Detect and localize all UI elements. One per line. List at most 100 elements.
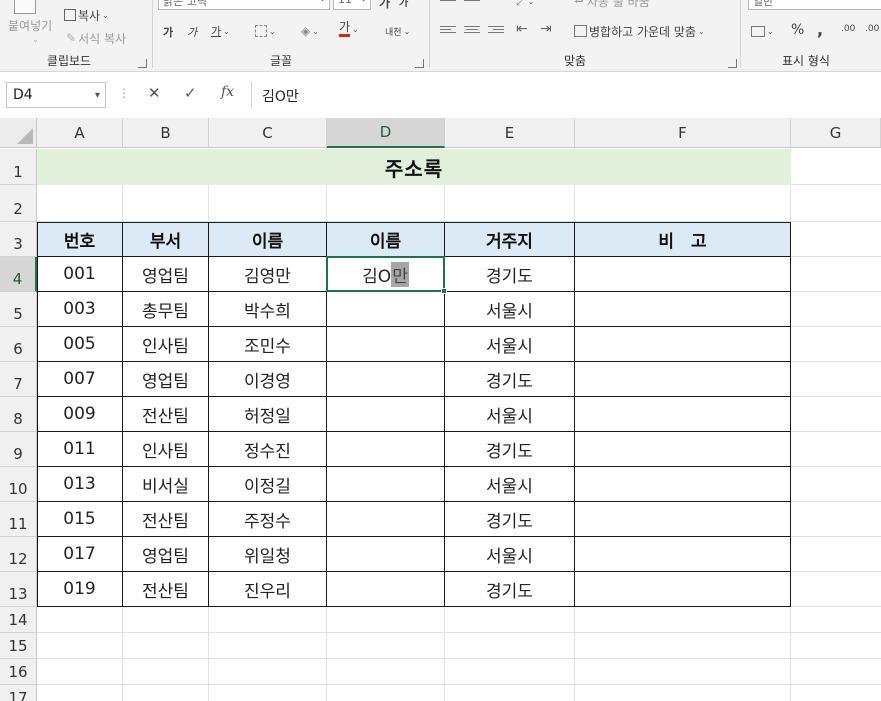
table-cell-note[interactable] xyxy=(575,432,791,467)
table-cell-no[interactable]: 001 xyxy=(37,257,123,292)
table-cell-residence[interactable]: 경기도 xyxy=(445,502,575,537)
font-size-select[interactable]: 11 ⌄ xyxy=(333,0,371,10)
title-cell[interactable]: 주소록 xyxy=(37,149,791,185)
row-header-7[interactable]: 7 xyxy=(0,362,37,397)
table-header-cell[interactable]: 부서 xyxy=(123,222,209,257)
table-cell-note[interactable] xyxy=(575,362,791,397)
cell-edit-text[interactable]: 김O 만 xyxy=(328,258,443,290)
name-box[interactable]: D4 ▾ xyxy=(6,82,106,108)
table-cell-name[interactable]: 김영만 xyxy=(209,257,327,292)
column-header-d[interactable]: D xyxy=(327,118,445,148)
percent-style-button[interactable]: % xyxy=(791,22,804,38)
table-cell-note[interactable] xyxy=(575,572,791,607)
table-cell-note[interactable] xyxy=(575,327,791,362)
select-all-corner[interactable] xyxy=(0,118,37,148)
wrap-text-button[interactable]: ⮐ 자동 줄 바꿈 xyxy=(574,0,650,10)
table-cell-dept[interactable]: 비서실 xyxy=(123,467,209,502)
table-cell-dept[interactable]: 영업팀 xyxy=(123,362,209,397)
increase-decimal-button[interactable]: .00 xyxy=(841,24,855,34)
row-header-17[interactable]: 17 xyxy=(0,685,37,701)
align-center-icon[interactable] xyxy=(464,26,480,36)
column-header-c[interactable]: C xyxy=(209,118,327,148)
name-box-dropdown-icon[interactable]: ▾ xyxy=(95,90,100,101)
row-header-4[interactable]: 4 xyxy=(0,257,37,292)
table-cell-masked[interactable] xyxy=(327,327,445,362)
table-cell-name[interactable]: 진우리 xyxy=(209,572,327,607)
table-cell-dept[interactable]: 전산팀 xyxy=(123,397,209,432)
row-header-5[interactable]: 5 xyxy=(0,292,37,327)
merge-center-button[interactable]: 병합하고 가운데 맞춤 ⌄ xyxy=(574,22,705,40)
fill-handle[interactable] xyxy=(441,288,447,294)
row-header-13[interactable]: 13 xyxy=(0,572,37,607)
paste-button[interactable]: 붙여넣기 xyxy=(8,17,52,34)
table-cell-masked[interactable] xyxy=(327,432,445,467)
table-cell-residence[interactable]: 서울시 xyxy=(445,292,575,327)
table-cell-residence[interactable]: 서울시 xyxy=(445,397,575,432)
table-cell-note[interactable] xyxy=(575,292,791,327)
phonetic-dropdown-icon[interactable]: ⌄ xyxy=(404,27,411,36)
table-cell-no[interactable]: 003 xyxy=(37,292,123,327)
column-header-a[interactable]: A xyxy=(37,118,123,148)
align-left-icon[interactable] xyxy=(440,26,456,36)
table-cell-masked[interactable] xyxy=(327,572,445,607)
row-header-16[interactable]: 16 xyxy=(0,659,37,685)
table-cell-dept[interactable]: 영업팀 xyxy=(123,537,209,572)
table-cell-note[interactable] xyxy=(575,257,791,292)
clipboard-dialog-launcher-icon[interactable] xyxy=(138,59,147,68)
table-cell-name[interactable]: 조민수 xyxy=(209,327,327,362)
table-header-cell[interactable]: 비 고 xyxy=(575,222,791,257)
table-cell-masked[interactable] xyxy=(327,362,445,397)
active-cell-d4[interactable]: 김O 만 xyxy=(326,256,447,294)
underline-button[interactable]: 가 ⌄ xyxy=(211,22,230,40)
table-cell-no[interactable]: 019 xyxy=(37,572,123,607)
row-header-12[interactable]: 12 xyxy=(0,537,37,572)
row-header-6[interactable]: 6 xyxy=(0,327,37,362)
row-header-14[interactable]: 14 xyxy=(0,607,37,633)
paste-dropdown-icon[interactable]: ⌄ xyxy=(32,35,39,44)
phonetic-button[interactable]: 내천 ⌄ xyxy=(385,22,410,40)
table-cell-residence[interactable]: 경기도 xyxy=(445,432,575,467)
decrease-indent-icon[interactable]: ⇤ xyxy=(516,21,528,37)
merge-center-dropdown-icon[interactable]: ⌄ xyxy=(698,27,705,36)
font-size-dropdown-icon[interactable]: ⌄ xyxy=(360,0,367,3)
comma-style-button[interactable]: , xyxy=(817,20,823,39)
table-cell-no[interactable]: 015 xyxy=(37,502,123,537)
row-header-15[interactable]: 15 xyxy=(0,633,37,659)
insert-function-icon[interactable]: fx xyxy=(221,84,234,100)
table-cell-no[interactable]: 005 xyxy=(37,327,123,362)
orientation-dropdown-icon[interactable]: ⌄ xyxy=(528,0,535,6)
table-cell-residence[interactable]: 서울시 xyxy=(445,327,575,362)
column-header-e[interactable]: E xyxy=(445,118,575,148)
grow-font-button[interactable]: 가 xyxy=(379,0,390,11)
table-cell-residence[interactable]: 서울시 xyxy=(445,537,575,572)
table-cell-masked[interactable] xyxy=(327,467,445,502)
copy-dropdown-icon[interactable]: ⌄ xyxy=(102,11,109,20)
table-cell-masked[interactable] xyxy=(327,537,445,572)
alignment-dialog-launcher-icon[interactable] xyxy=(728,59,737,68)
font-name-dropdown-icon[interactable]: ⌄ xyxy=(319,0,326,3)
column-header-f[interactable]: F xyxy=(575,118,791,148)
accounting-dropdown-icon[interactable]: ⌄ xyxy=(767,27,774,36)
column-header-g[interactable]: G xyxy=(791,118,881,148)
increase-indent-icon[interactable]: ⇥ xyxy=(540,21,552,37)
table-cell-note[interactable] xyxy=(575,467,791,502)
table-cell-residence[interactable]: 서울시 xyxy=(445,467,575,502)
align-right-icon[interactable] xyxy=(488,26,504,36)
top-align-icon[interactable] xyxy=(440,0,456,7)
table-cell-dept[interactable]: 총무팀 xyxy=(123,292,209,327)
table-cell-name[interactable]: 허정일 xyxy=(209,397,327,432)
italic-button[interactable]: 가 xyxy=(187,24,197,40)
table-header-cell[interactable]: 이름 xyxy=(209,222,327,257)
border-dropdown-icon[interactable]: ⌄ xyxy=(269,27,276,36)
table-cell-dept[interactable]: 전산팀 xyxy=(123,502,209,537)
table-cell-residence[interactable]: 경기도 xyxy=(445,257,575,292)
accounting-format-button[interactable]: ⌄ xyxy=(751,22,774,40)
table-cell-note[interactable] xyxy=(575,397,791,432)
table-cell-dept[interactable]: 인사팀 xyxy=(123,432,209,467)
row-header-10[interactable]: 10 xyxy=(0,467,37,502)
table-cell-no[interactable]: 007 xyxy=(37,362,123,397)
column-header-b[interactable]: B xyxy=(123,118,209,148)
table-cell-masked[interactable] xyxy=(327,292,445,327)
row-header-2[interactable]: 2 xyxy=(0,185,37,222)
table-cell-dept[interactable]: 전산팀 xyxy=(123,572,209,607)
